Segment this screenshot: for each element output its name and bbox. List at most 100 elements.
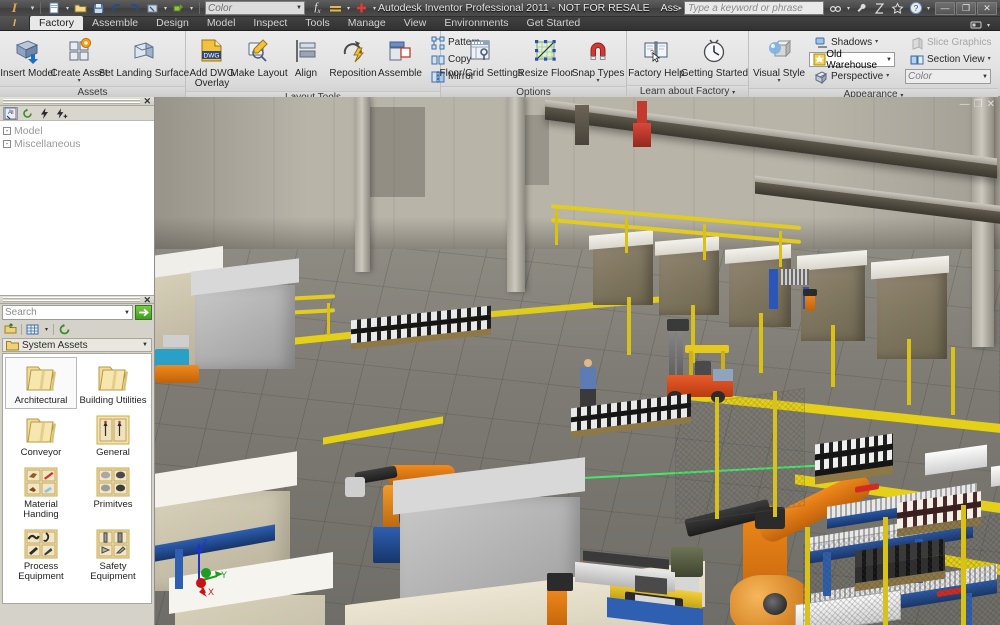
chevron-down-icon[interactable]: ▼ <box>886 57 892 63</box>
search-expand-icon[interactable]: ▸ <box>678 4 682 12</box>
model-browser-titlebar[interactable]: ✕ <box>0 97 154 106</box>
chevron-down-icon[interactable]: ▼ <box>296 5 302 11</box>
panel-title[interactable]: Learn about Factory ▾ <box>627 85 748 97</box>
help-dropdown-icon[interactable]: ▾ <box>925 5 932 12</box>
reposition-button[interactable]: Reposition <box>329 33 377 81</box>
expander-icon[interactable]: - <box>3 139 11 148</box>
floor-grid-settings-button[interactable]: Floor/Grid Settings <box>440 33 523 81</box>
tab-manage[interactable]: Manage <box>339 16 395 30</box>
getting-started-button[interactable]: Getting Started <box>681 33 748 81</box>
keyword-search-input[interactable]: Type a keyword or phrase <box>684 1 824 15</box>
tab-model[interactable]: Model <box>198 16 245 30</box>
3d-viewport[interactable]: — ❐ ✕ Z Y X <box>155 97 1000 625</box>
asset-folder-architectural[interactable]: Architectural <box>5 357 77 409</box>
parameters-button[interactable]: fx <box>309 1 326 16</box>
ribbon-options-dropdown-icon[interactable]: ▾ <box>985 22 992 29</box>
chevron-down-icon[interactable]: ▼ <box>142 342 148 348</box>
create-asset-button[interactable]: Create Asset ▾ <box>50 33 108 86</box>
new-file-button[interactable] <box>46 1 63 16</box>
tab-get-started[interactable]: Get Started <box>518 16 590 30</box>
close-icon[interactable]: ✕ <box>143 296 151 305</box>
add-item-button[interactable] <box>353 1 370 16</box>
add-item-dropdown-icon[interactable]: ▾ <box>371 5 378 12</box>
search-docs-icon[interactable] <box>827 1 844 16</box>
lightning-icon[interactable] <box>37 107 52 120</box>
open-folder-icon[interactable] <box>3 322 18 336</box>
asset-folder-general[interactable]: General <box>77 409 149 461</box>
tab-assemble[interactable]: Assemble <box>83 16 147 30</box>
open-file-button[interactable] <box>72 1 89 16</box>
tab-tools[interactable]: Tools <box>296 16 339 30</box>
asset-folder-material-handing[interactable]: Material Handing <box>5 461 77 523</box>
restore-button[interactable]: ❐ <box>956 1 976 15</box>
asset-folder-conveyor[interactable]: Conveyor <box>5 409 77 461</box>
view-mode-dropdown-icon[interactable]: ▾ <box>43 326 50 333</box>
application-menu-button[interactable]: I <box>2 0 28 16</box>
viewport-minimize-button[interactable]: — <box>960 99 970 110</box>
viewport-close-button[interactable]: ✕ <box>987 99 995 110</box>
search-docs-dropdown-icon[interactable]: ▾ <box>845 5 852 12</box>
lightning-plus-icon[interactable] <box>54 107 69 120</box>
chevron-down-icon[interactable]: ▾ <box>78 78 81 84</box>
asset-folder-safety-equipment[interactable]: Safety Equipment <box>77 523 149 585</box>
assemble-button[interactable]: Assemble <box>377 33 423 81</box>
section-view-button[interactable]: Section View ▾ <box>905 52 995 67</box>
return-dropdown-icon[interactable]: ▾ <box>188 5 195 12</box>
asset-search-input[interactable]: Search ▼ <box>2 305 133 320</box>
chevron-down-icon[interactable]: ▾ <box>875 39 878 45</box>
tab-design[interactable]: Design <box>147 16 198 30</box>
material-button[interactable] <box>327 1 344 16</box>
model-browser-tree[interactable]: - Model - Miscellaneous <box>0 121 154 295</box>
chevron-down-icon[interactable]: ▼ <box>124 310 130 316</box>
refresh-icon[interactable] <box>20 107 35 120</box>
factory-help-button[interactable]: ? Factory Help <box>628 33 685 81</box>
resize-floor-button[interactable]: Resize Floor <box>518 33 574 81</box>
close-icon[interactable]: ✕ <box>143 97 151 106</box>
make-layout-button[interactable]: Make Layout <box>230 33 288 81</box>
set-landing-surface-button[interactable]: Set Landing Surface <box>99 33 189 81</box>
close-button[interactable]: ✕ <box>977 1 997 15</box>
select-filter-button[interactable] <box>144 1 161 16</box>
favorites-icon[interactable] <box>889 1 906 16</box>
appearance-color-combo[interactable]: Color ▼ <box>905 69 991 84</box>
asset-folder-grid[interactable]: Architectural Building Utilities Conveyo… <box>2 353 152 604</box>
chevron-down-icon[interactable]: ▾ <box>597 78 600 84</box>
asset-browser-titlebar[interactable]: ✕ <box>0 295 154 305</box>
asset-folder-building-utilities[interactable]: Building Utilities <box>77 357 149 409</box>
tab-view[interactable]: View <box>395 16 436 30</box>
expander-icon[interactable]: - <box>3 126 11 135</box>
tab-factory[interactable]: Factory <box>30 16 84 30</box>
chevron-down-icon[interactable]: ▾ <box>732 90 735 96</box>
save-file-button[interactable] <box>90 1 107 16</box>
model-browser-icon[interactable]: A <box>3 106 18 120</box>
view-mode-icon[interactable] <box>25 323 40 336</box>
new-file-dropdown-icon[interactable]: ▾ <box>64 5 71 12</box>
chevron-down-icon[interactable]: ▾ <box>777 78 780 84</box>
subscription-icon[interactable] <box>871 1 888 16</box>
snap-types-button[interactable]: Snap Types ▾ <box>572 33 624 86</box>
tab-environments[interactable]: Environments <box>435 16 517 30</box>
minimize-button[interactable]: — <box>935 1 955 15</box>
asset-search-go-button[interactable] <box>135 305 152 320</box>
chevron-down-icon[interactable]: ▼ <box>982 74 988 80</box>
tree-node-model[interactable]: - Model <box>3 124 154 137</box>
environment-combo[interactable]: Old Warehouse ▼ <box>809 49 895 71</box>
drag-grip[interactable] <box>3 98 140 104</box>
tools-icon[interactable] <box>853 1 870 16</box>
return-button[interactable] <box>170 1 187 16</box>
chevron-down-icon[interactable]: ▾ <box>886 73 889 79</box>
add-dwg-overlay-button[interactable]: DWG Add DWG Overlay <box>189 33 235 91</box>
application-menu-caret-icon[interactable]: ▾ <box>28 4 37 12</box>
material-color-combo[interactable]: Color ▼ <box>205 1 305 15</box>
select-filter-dropdown-icon[interactable]: ▾ <box>162 5 169 12</box>
material-dropdown-icon[interactable]: ▾ <box>345 5 352 12</box>
asset-folder-process-equipment[interactable]: Process Equipment <box>5 523 77 585</box>
drag-grip[interactable] <box>3 297 140 302</box>
redo-button[interactable] <box>126 1 143 16</box>
align-button[interactable]: Align <box>283 33 329 81</box>
slice-graphics-button[interactable]: Slice Graphics <box>905 35 995 50</box>
undo-button[interactable] <box>108 1 125 16</box>
asset-folder-primitves[interactable]: Primitves <box>77 461 149 523</box>
chevron-down-icon[interactable]: ▾ <box>988 56 991 62</box>
visual-style-button[interactable]: Visual Style ▾ <box>753 33 805 86</box>
